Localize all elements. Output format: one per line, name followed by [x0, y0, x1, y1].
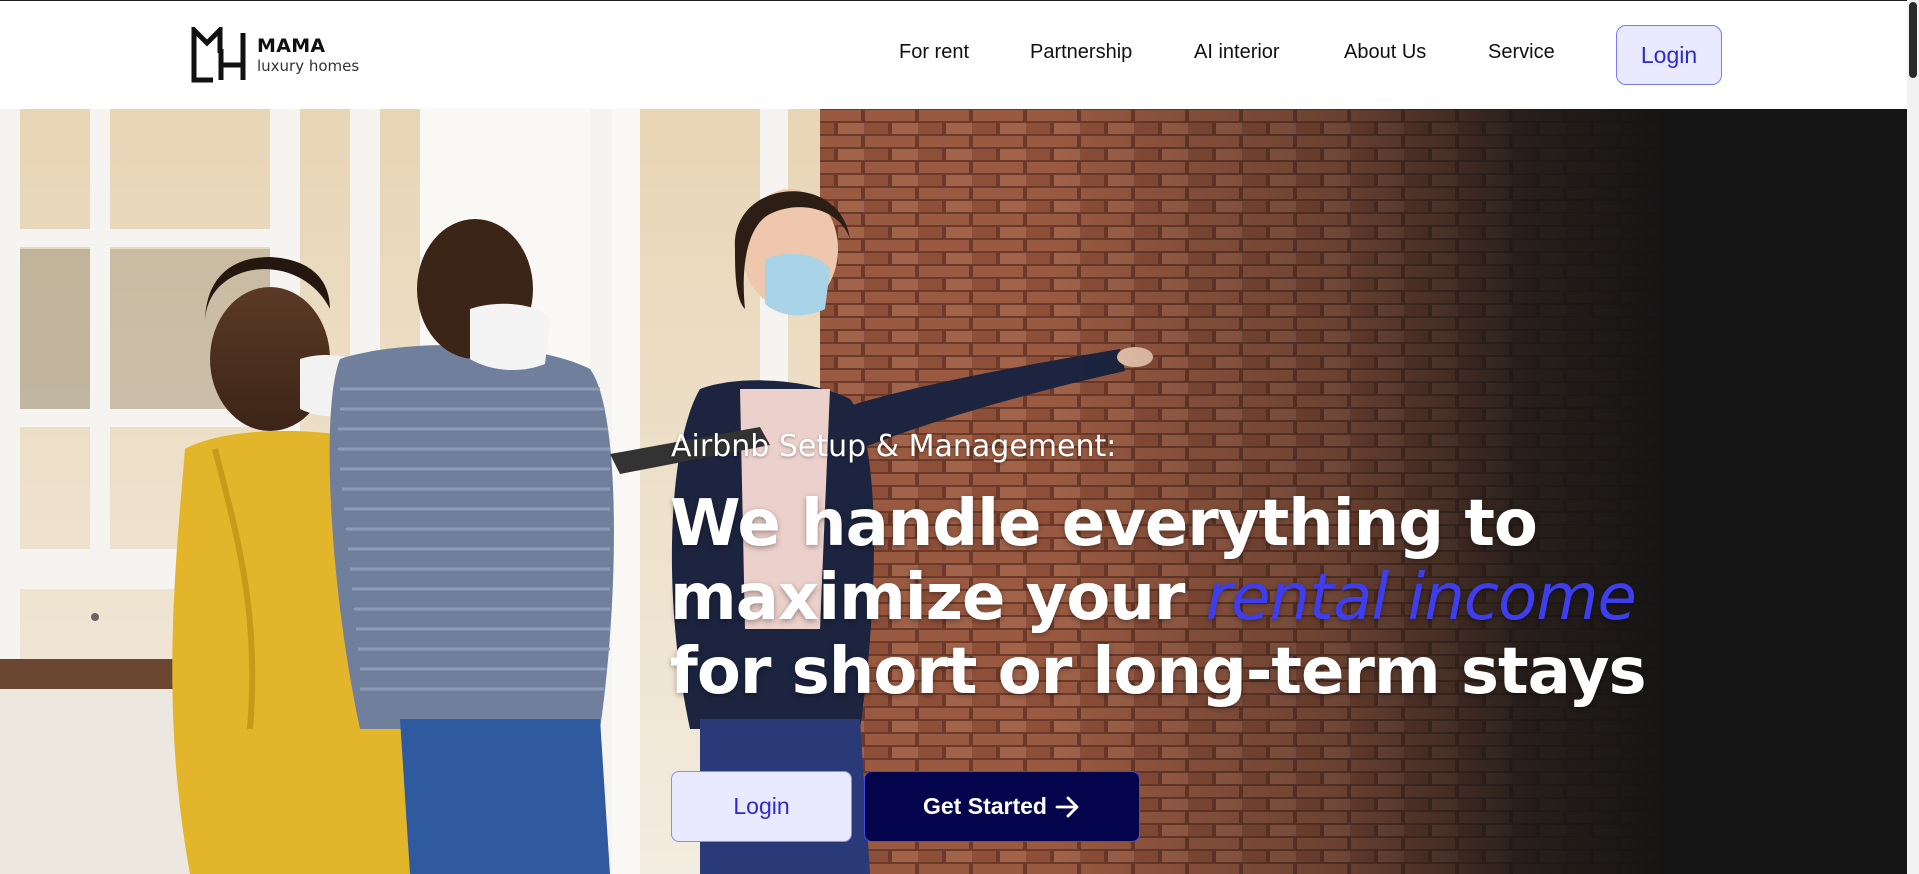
- nav-item-about-us[interactable]: About Us: [1344, 41, 1426, 64]
- site-header: MAMA luxury homes For rent Partnership A…: [0, 1, 1919, 109]
- scrollbar-thumb[interactable]: [1909, 2, 1917, 78]
- get-started-button[interactable]: Get Started: [864, 771, 1140, 842]
- hero-section: Airbnb Setup & Management: We handle eve…: [0, 109, 1907, 874]
- header-login-button[interactable]: Login: [1616, 25, 1722, 85]
- hero-headline: We handle everything to maximize your re…: [670, 487, 1750, 709]
- page-scrollbar[interactable]: [1907, 0, 1919, 874]
- get-started-label: Get Started: [923, 793, 1047, 819]
- arrow-right-icon: [1055, 796, 1079, 817]
- hero-eyebrow: Airbnb Setup & Management:: [671, 429, 1117, 464]
- nav-item-partnership[interactable]: Partnership: [1030, 41, 1132, 64]
- hero-headline-part2: for short or long-term stays: [670, 635, 1647, 709]
- hero-login-button[interactable]: Login: [671, 771, 852, 842]
- nav-item-ai-interior[interactable]: AI interior: [1194, 41, 1280, 64]
- nav-item-service[interactable]: Service: [1488, 41, 1555, 64]
- nav-item-for-rent[interactable]: For rent: [899, 41, 969, 64]
- hero-headline-accent: rental income: [1205, 561, 1637, 635]
